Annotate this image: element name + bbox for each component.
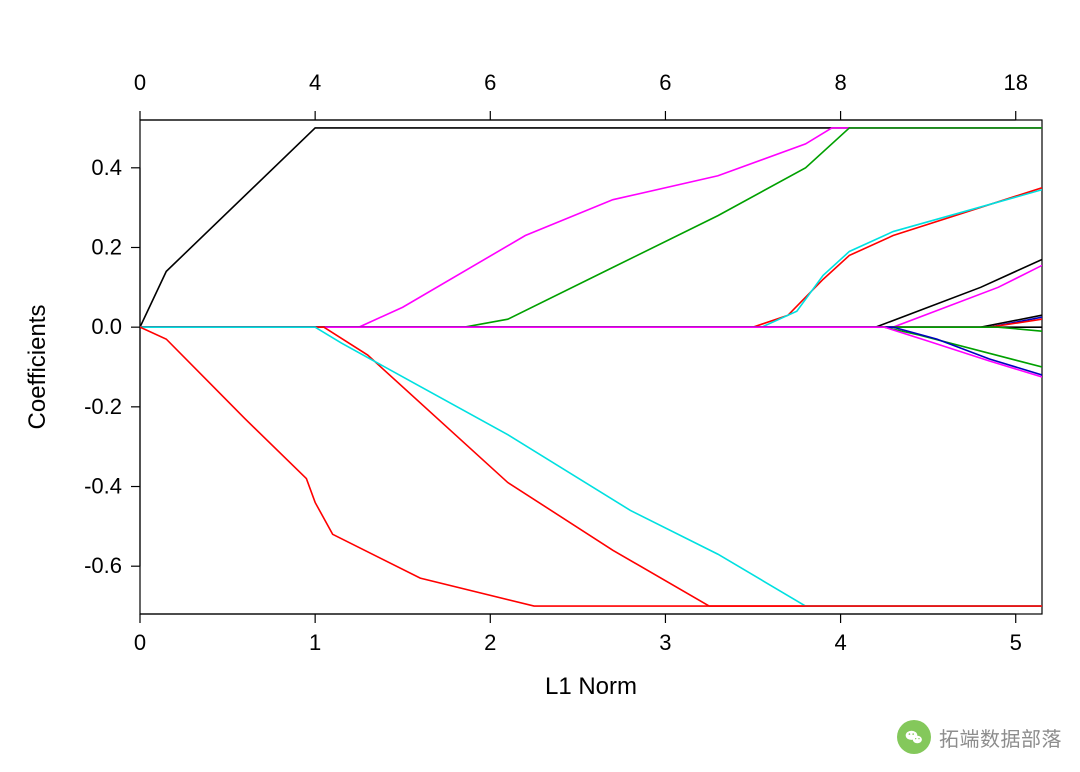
x-tick-label: 2 bbox=[484, 630, 496, 655]
series-s17 bbox=[140, 327, 1042, 606]
top-tick-label: 0 bbox=[134, 70, 146, 95]
series-s13 bbox=[140, 327, 1042, 367]
x-tick-label: 0 bbox=[134, 630, 146, 655]
x-axis-title: L1 Norm bbox=[545, 673, 637, 700]
y-tick-label: -0.6 bbox=[84, 553, 122, 578]
series-s7 bbox=[140, 265, 1042, 327]
series-s5 bbox=[140, 190, 1042, 327]
y-tick-label: -0.2 bbox=[84, 394, 122, 419]
series-s10 bbox=[140, 319, 1042, 327]
x-tick-label: 4 bbox=[834, 630, 846, 655]
x-tick-label: 1 bbox=[309, 630, 321, 655]
top-tick-label: 18 bbox=[1003, 70, 1027, 95]
y-tick-label: -0.4 bbox=[84, 474, 122, 499]
y-tick-label: 0.2 bbox=[91, 234, 122, 259]
wechat-icon bbox=[897, 720, 931, 754]
series-s16 bbox=[140, 327, 1042, 606]
watermark-text: 拓端数据部落 bbox=[939, 723, 1062, 752]
plot-area bbox=[140, 120, 1042, 614]
top-tick-label: 4 bbox=[309, 70, 321, 95]
x-tick-label: 5 bbox=[1010, 630, 1022, 655]
series-s6 bbox=[140, 259, 1042, 327]
y-tick-label: 0.4 bbox=[91, 155, 122, 180]
y-axis-title: Coefficients bbox=[24, 305, 51, 430]
x-tick-label: 3 bbox=[659, 630, 671, 655]
top-tick-label: 6 bbox=[484, 70, 496, 95]
lasso-coefficient-path-chart: 0 1 2 3 4 5 0 4 6 6 8 18 -0.6 -0.4 -0.2 0.0 0.2 0.4 L1 Nor… bbox=[0, 0, 1080, 772]
series-s18 bbox=[140, 327, 1042, 606]
top-tick-label: 8 bbox=[834, 70, 846, 95]
watermark: 拓端数据部落 bbox=[897, 720, 1062, 754]
y-tick-label: 0.0 bbox=[91, 314, 122, 339]
series-s15 bbox=[140, 327, 1042, 377]
top-tick-label: 6 bbox=[659, 70, 671, 95]
